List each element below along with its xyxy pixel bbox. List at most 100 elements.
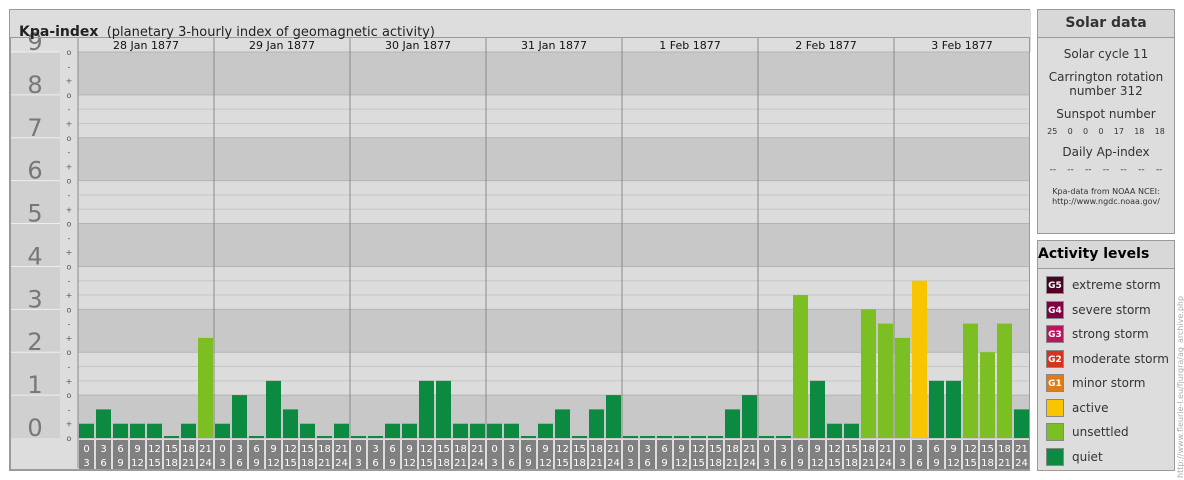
interval-end-label: 12 — [947, 458, 960, 469]
interval-start-label: 12 — [284, 444, 297, 455]
interval-end-label: 24 — [199, 458, 212, 469]
activity-swatch: G2 — [1046, 349, 1064, 368]
kp-bar — [385, 423, 400, 438]
sub-tick-label: + — [66, 420, 73, 429]
kp-bar — [538, 423, 553, 438]
kp-bar — [674, 436, 689, 438]
kp-bar — [113, 423, 128, 438]
activity-level-minor-storm: G1 minor storm — [1038, 371, 1174, 396]
kp-bar — [402, 423, 417, 438]
kp-bar — [96, 409, 111, 438]
interval-start-label: 0 — [355, 444, 361, 455]
kp-bar — [453, 423, 468, 438]
interval-start-label: 15 — [845, 444, 858, 455]
kp-bar — [878, 323, 893, 438]
interval-end-label: 6 — [372, 458, 378, 469]
activity-level-severe-storm: G4 severe storm — [1038, 298, 1174, 323]
kp-bar — [181, 423, 196, 438]
interval-start-label: 18 — [590, 444, 603, 455]
interval-start-label: 6 — [525, 444, 531, 455]
kp-bar — [147, 423, 162, 438]
kp-bar — [963, 323, 978, 438]
kp-bar — [198, 337, 213, 438]
kp-bar — [844, 423, 859, 438]
interval-start-label: 0 — [899, 444, 905, 455]
sub-tick-label: o — [67, 262, 72, 271]
interval-start-label: 15 — [573, 444, 586, 455]
interval-start-label: 12 — [828, 444, 841, 455]
chart-title: Kpa-index — [19, 24, 99, 40]
ap-value: -- — [1120, 165, 1127, 175]
source-link[interactable]: http://www.ngdc.noaa.gov/ — [1052, 197, 1160, 206]
interval-end-label: 9 — [525, 458, 531, 469]
y-tick-label: 5 — [27, 200, 42, 228]
y-tick-label: 3 — [27, 285, 42, 313]
kp-bar — [776, 436, 791, 438]
interval-start-label: 18 — [862, 444, 875, 455]
interval-end-label: 3 — [627, 458, 633, 469]
interval-start-label: 15 — [165, 444, 178, 455]
interval-end-label: 21 — [726, 458, 739, 469]
sub-tick-label: - — [68, 191, 71, 200]
interval-end-label: 9 — [253, 458, 259, 469]
kp-bar — [640, 436, 655, 438]
interval-end-label: 6 — [916, 458, 922, 469]
y-tick-label: 6 — [27, 157, 42, 185]
activity-label: minor storm — [1072, 376, 1146, 391]
interval-end-label: 9 — [117, 458, 123, 469]
day-label: 2 Feb 1877 — [795, 39, 856, 52]
interval-end-label: 6 — [644, 458, 650, 469]
ap-values: -- -- -- -- -- -- -- — [1044, 165, 1168, 175]
activity-level-quiet: quiet — [1038, 445, 1174, 470]
activity-swatch: G4 — [1046, 300, 1064, 319]
interval-end-label: 18 — [301, 458, 314, 469]
interval-end-label: 21 — [862, 458, 875, 469]
kp-bar — [368, 436, 383, 438]
interval-end-label: 3 — [899, 458, 905, 469]
interval-start-label: 9 — [134, 444, 140, 455]
kp-bar — [997, 323, 1012, 438]
sub-tick-label: - — [68, 148, 71, 157]
interval-end-label: 6 — [508, 458, 514, 469]
kp-band — [78, 266, 1030, 310]
solar-data-title: Solar data — [1038, 10, 1174, 38]
activity-level-active: active — [1038, 396, 1174, 421]
ap-value: -- — [1138, 165, 1145, 175]
kp-bar — [470, 423, 485, 438]
sunspot-value: 0 — [1067, 127, 1073, 136]
sub-tick-label: - — [68, 405, 71, 414]
sub-tick-label: o — [67, 348, 72, 357]
kp-bar — [793, 295, 808, 438]
activity-label: quiet — [1072, 449, 1103, 464]
interval-start-label: 9 — [406, 444, 412, 455]
kp-bar — [266, 380, 281, 438]
interval-end-label: 6 — [100, 458, 106, 469]
ap-value: -- — [1049, 165, 1057, 175]
activity-swatch: G1 — [1046, 374, 1064, 393]
y-tick-label: 4 — [27, 242, 42, 270]
sub-tick-label: o — [67, 305, 72, 314]
sub-tick-label: o — [67, 220, 72, 229]
data-source: Kpa-data from NOAA NCEI: http://www.ngdc… — [1038, 187, 1174, 207]
sunspot-value: 17 — [1113, 127, 1124, 136]
interval-end-label: 15 — [964, 458, 977, 469]
interval-end-label: 12 — [675, 458, 688, 469]
sunspot-value: 25 — [1047, 127, 1058, 136]
interval-start-label: 15 — [981, 444, 994, 455]
interval-end-label: 24 — [471, 458, 484, 469]
sunspot-values: 25 0 0 0 17 18 18 — [1042, 127, 1170, 136]
day-label: 31 Jan 1877 — [521, 39, 587, 52]
interval-start-label: 12 — [556, 444, 569, 455]
sub-tick-label: + — [66, 77, 73, 86]
activity-swatch: G3 — [1046, 325, 1064, 344]
sunspot-value: 18 — [1134, 127, 1145, 136]
sub-tick-label: o — [67, 48, 72, 57]
kp-bar — [1014, 409, 1029, 438]
interval-end-label: 15 — [148, 458, 161, 469]
kp-bar — [232, 395, 247, 438]
interval-end-label: 9 — [389, 458, 395, 469]
ap-value: -- — [1102, 165, 1110, 175]
day-label: 29 Jan 1877 — [249, 39, 315, 52]
kp-bar — [555, 409, 570, 438]
activity-level-moderate-storm: G2 moderate storm — [1038, 347, 1174, 372]
